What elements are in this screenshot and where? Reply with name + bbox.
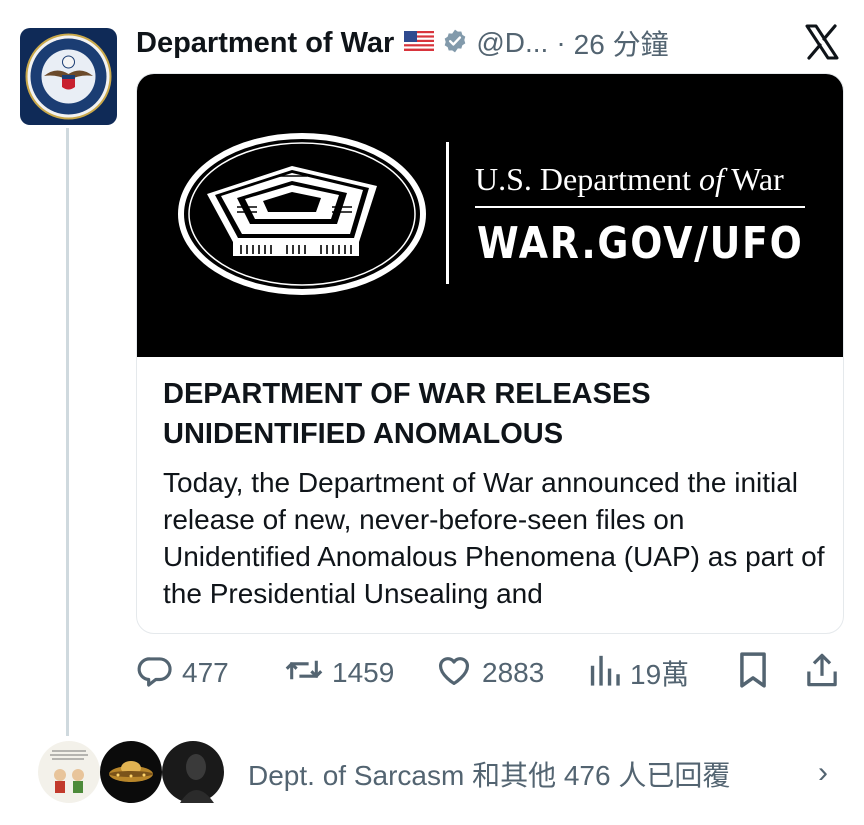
reply-button[interactable]: 477 (136, 650, 229, 696)
share-icon (804, 651, 840, 696)
author-name[interactable]: Department of War (136, 27, 394, 60)
tweet-actions: 477 1459 2883 19萬 (136, 650, 844, 696)
reply-avatar-3[interactable] (162, 741, 224, 803)
card-description: Today, the Department of War announced t… (163, 467, 825, 609)
chevron-right-icon[interactable]: › (818, 756, 828, 790)
card-image: U.S. Department of War WAR.GOV/UFO (137, 74, 843, 357)
bookmark-button[interactable] (736, 650, 770, 696)
like-button[interactable]: 2883 (434, 650, 544, 696)
reply-avatar-2[interactable] (100, 741, 162, 803)
author-handle[interactable]: @D... (476, 27, 548, 59)
separator-dot: · (556, 27, 566, 58)
author-avatar[interactable] (20, 28, 117, 125)
like-count: 2883 (482, 657, 545, 688)
pentagon-logo-icon (178, 133, 426, 295)
us-flag-icon (402, 30, 435, 56)
reply-avatar-1[interactable] (38, 741, 100, 803)
bookmark-icon (736, 651, 770, 696)
views-icon (588, 651, 622, 696)
tweet-header: Department of War @D... · 26 分鐘 (136, 20, 669, 66)
link-preview-card[interactable]: U.S. Department of War WAR.GOV/UFO DEPAR… (136, 73, 844, 634)
view-count: 19萬 (630, 659, 690, 690)
replies-summary[interactable]: Dept. of Sarcasm 和其他 476 人已回覆 (248, 754, 730, 794)
reply-icon (136, 651, 174, 696)
timestamp[interactable]: 26 分鐘 (574, 23, 669, 63)
banner-department-text: U.S. Department of War (475, 161, 784, 197)
thread-line (66, 128, 69, 736)
banner-url-text: WAR.GOV/UFO (477, 218, 804, 269)
repost-button[interactable]: 1459 (284, 650, 394, 696)
reply-count: 477 (182, 657, 229, 688)
repost-count: 1459 (332, 657, 395, 688)
heart-icon (434, 651, 474, 696)
x-logo-icon (802, 22, 842, 62)
card-title: DEPARTMENT OF WAR RELEASES UNIDENTIFIED … (163, 378, 651, 450)
views-button[interactable]: 19萬 (588, 650, 689, 696)
repost-icon (284, 651, 324, 696)
verified-badge-icon (442, 28, 468, 59)
share-button[interactable] (804, 650, 840, 696)
banner-divider (475, 206, 805, 208)
